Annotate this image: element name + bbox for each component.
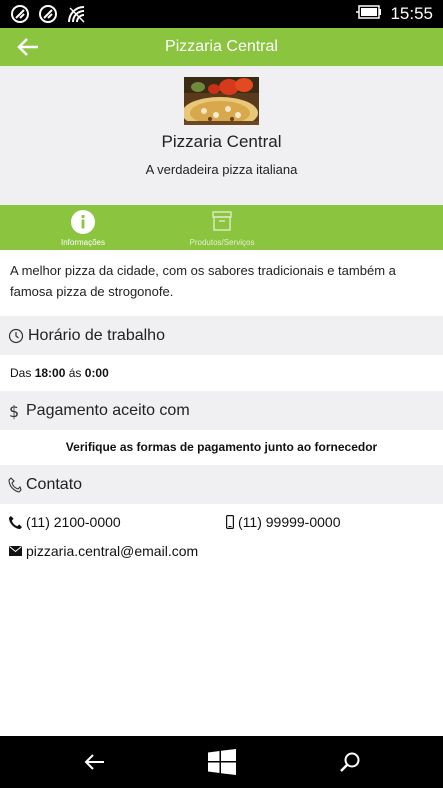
nav-back-button[interactable] [64, 736, 124, 788]
business-header: Pizzaria Central A verdadeira pizza ital… [0, 66, 443, 205]
business-name: Pizzaria Central [161, 132, 282, 151]
dollar-icon: $ [8, 402, 22, 420]
work-hours-to: 0:00 [84, 366, 109, 380]
nav-back-icon [84, 754, 104, 770]
business-description: A melhor pizza da cidade, com os sabores… [10, 263, 396, 299]
phone-outline-icon [8, 476, 22, 493]
clock-icon [8, 328, 24, 344]
status-bar: 15:55 [0, 0, 443, 28]
section-payment: $ Pagamento aceito com [0, 391, 443, 430]
contact-email[interactable]: pizzaria.central@email.com [9, 543, 198, 559]
business-tagline: A verdadeira pizza italiana [145, 162, 298, 177]
section-work-hours-title: Horário de trabalho [28, 326, 165, 344]
work-hours-from: 18:00 [34, 366, 66, 380]
page-title: Pizzaria Central [165, 38, 278, 55]
contact-email-text: pizzaria.central@email.com [26, 543, 199, 559]
box-icon [209, 209, 235, 240]
info-icon [70, 209, 96, 240]
payment-text: Verifique as formas de pagamento junto a… [65, 440, 378, 454]
mobile-phone-icon [226, 515, 234, 529]
tab-produtos-servicos[interactable]: Produtos/Serviços [147, 205, 297, 250]
tab-bar: Informações Produtos/Serviços [0, 205, 443, 250]
section-work-hours: Horário de trabalho [0, 316, 443, 355]
phone-icon [9, 515, 22, 529]
search-icon [340, 752, 360, 772]
business-photo [184, 77, 259, 125]
work-hours-text: Das 18:00 ás 0:00 [10, 366, 109, 380]
arrow-left-icon [17, 38, 38, 56]
status-time: 15:55 [390, 4, 433, 23]
signal-sim1-icon [10, 4, 32, 24]
work-hours-mid: ás [68, 366, 82, 380]
back-button[interactable] [0, 28, 56, 66]
section-payment-title: Pagamento aceito com [26, 401, 190, 419]
app-bar: Pizzaria Central [0, 28, 443, 66]
work-hours-prefix: Das [10, 366, 32, 380]
wifi-icon [66, 4, 88, 24]
system-nav-bar [0, 736, 443, 788]
tab-informacoes-label: Informações [60, 238, 106, 247]
app-screen: 15:55 Pizzaria Central Pizzaria Central … [0, 0, 443, 788]
contact-phone-text: (11) 2100-0000 [26, 514, 121, 530]
email-icon [9, 546, 22, 556]
tab-produtos-servicos-label: Produtos/Serviços [189, 238, 255, 247]
windows-logo-icon [208, 749, 236, 775]
signal-sim2-icon [38, 4, 60, 24]
tab-informacoes[interactable]: Informações [8, 205, 158, 250]
contact-mobile[interactable]: (11) 99999-0000 [226, 514, 340, 530]
nav-start-button[interactable] [192, 736, 252, 788]
section-contact-title: Contato [26, 475, 83, 493]
contact-mobile-text: (11) 99999-0000 [238, 514, 341, 530]
svg-text:$: $ [9, 402, 19, 420]
contact-phone[interactable]: (11) 2100-0000 [9, 514, 121, 530]
section-contact: Contato [0, 465, 443, 504]
nav-search-button[interactable] [320, 736, 380, 788]
battery-charging-icon [356, 4, 382, 24]
